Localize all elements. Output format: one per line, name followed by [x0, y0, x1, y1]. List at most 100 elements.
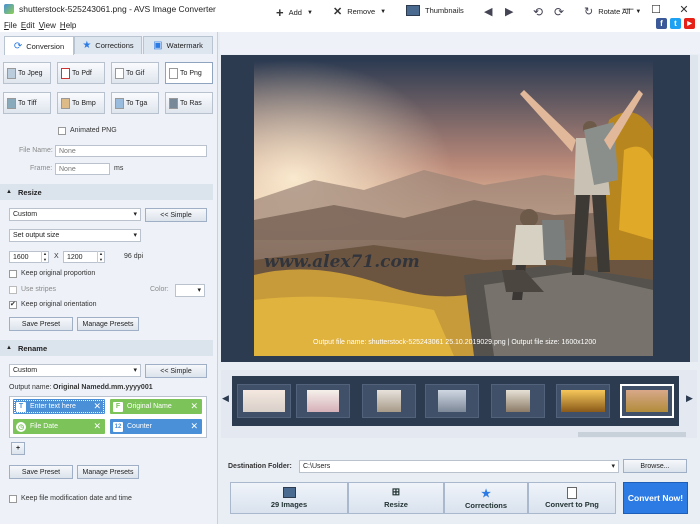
rotate-right-button[interactable]: ⟳: [554, 5, 564, 19]
thumbnail[interactable]: [556, 384, 610, 418]
file-name-label: File Name:: [19, 147, 53, 154]
tag-enter-text[interactable]: T Enter text here ✕: [13, 399, 105, 414]
keep-orientation-label: Keep original orientation: [21, 301, 97, 308]
width-stepper[interactable]: ▲ ▼: [41, 251, 48, 263]
thumbnail[interactable]: [296, 384, 350, 418]
file-name-input[interactable]: None: [55, 145, 207, 157]
thumbnail[interactable]: [425, 384, 479, 418]
strip-right-arrow-icon[interactable]: ▶: [686, 393, 693, 404]
output-file-caption: Output file name: shutterstock-525243061…: [313, 339, 597, 346]
resize-save-preset-button[interactable]: Save Preset: [9, 317, 73, 331]
thumbnails-button[interactable]: Thumbnails: [406, 5, 464, 16]
remove-tag-icon[interactable]: ✕: [190, 421, 198, 432]
step-corrections-button[interactable]: ★ Corrections: [444, 482, 528, 514]
resize-simple-button[interactable]: << Simple: [145, 208, 207, 222]
format-pdf-button[interactable]: To Pdf: [57, 62, 105, 84]
resize-manage-presets-button[interactable]: Manage Presets: [77, 317, 139, 331]
format-jpeg-button[interactable]: To Jpeg: [3, 62, 51, 84]
watermark-text: www.alex71.com: [264, 252, 420, 272]
color-label: Color:: [150, 286, 169, 293]
format-png-button[interactable]: To Png: [165, 62, 213, 84]
menu-bar: File Edit View Help: [0, 18, 700, 32]
maximize-button[interactable]: ☐: [642, 0, 670, 18]
preview-scrollbar[interactable]: [690, 55, 698, 362]
remove-tag-icon[interactable]: ✕: [93, 421, 101, 432]
rotate-left-button[interactable]: ⟲: [533, 5, 543, 19]
remove-button[interactable]: ✕ Remove ▼: [333, 5, 386, 18]
rename-section-header[interactable]: ▲ Rename: [0, 340, 213, 356]
thumbnails-icon: [406, 5, 420, 16]
menu-view[interactable]: View: [39, 21, 56, 30]
format-ras-button[interactable]: To Ras: [165, 92, 213, 114]
strip-scrollbar[interactable]: [578, 432, 686, 437]
thumbnail[interactable]: [237, 384, 291, 418]
tag-file-date[interactable]: ◷ File Date ✕: [13, 419, 105, 434]
resize-section-header[interactable]: ▲ Resize: [0, 184, 213, 200]
remove-icon: ✕: [333, 6, 343, 18]
toolbar: [220, 32, 700, 54]
rotate-left-icon: ⟲: [533, 5, 544, 19]
destination-folder-input[interactable]: C:\Users: [299, 460, 619, 473]
remove-tag-icon[interactable]: ✕: [93, 401, 101, 412]
png-icon: [169, 67, 178, 79]
keep-modification-checkbox[interactable]: [9, 495, 17, 503]
thumbnail-selected[interactable]: [620, 384, 674, 418]
frame-input[interactable]: None: [55, 163, 110, 175]
stripe-color-select[interactable]: [175, 284, 205, 297]
prev-image-button[interactable]: ◀: [484, 5, 492, 18]
next-image-button[interactable]: ▶: [505, 5, 513, 18]
resize-mode-select[interactable]: Custom: [9, 208, 141, 221]
tab-corrections[interactable]: ★ Corrections: [74, 36, 142, 54]
format-bmp-button[interactable]: To Bmp: [57, 92, 105, 114]
close-button[interactable]: ✕: [670, 0, 698, 18]
youtube-icon[interactable]: ▶: [684, 18, 695, 29]
output-name-label: Output name:: [9, 384, 52, 391]
add-tag-button[interactable]: +: [11, 442, 25, 455]
thumbnail[interactable]: [362, 384, 416, 418]
remove-tag-icon[interactable]: ✕: [190, 401, 198, 412]
height-stepper[interactable]: ▲ ▼: [97, 251, 104, 263]
menu-file[interactable]: File: [4, 21, 17, 30]
step-resize-button[interactable]: ⊞ Resize: [348, 482, 444, 514]
format-tiff-button[interactable]: To Tiff: [3, 92, 51, 114]
rotate-all-button[interactable]: ↻ Rotate All ▼: [584, 5, 641, 18]
destination-label: Destination Folder:: [228, 463, 292, 470]
format-gif-button[interactable]: To Gif: [111, 62, 159, 84]
gif-icon: [115, 67, 124, 79]
plus-icon: +: [276, 5, 284, 20]
rename-mode-select[interactable]: Custom: [9, 364, 141, 377]
keep-proportion-checkbox[interactable]: [9, 270, 17, 278]
tag-original-name[interactable]: F Original Name ✕: [110, 399, 202, 414]
tab-conversion[interactable]: ⟳ Conversion: [4, 36, 74, 55]
use-stripes-checkbox[interactable]: [9, 286, 17, 294]
use-stripes-label: Use stripes: [21, 286, 57, 293]
step-convert-button[interactable]: Convert to Png: [528, 482, 616, 514]
tab-watermark[interactable]: ▣ Watermark: [143, 36, 213, 54]
collapse-arrow-icon: ▲: [6, 345, 12, 351]
add-button[interactable]: + Add ▼: [276, 5, 313, 20]
rename-manage-presets-button[interactable]: Manage Presets: [77, 465, 139, 479]
png-icon: [567, 487, 577, 499]
browse-button[interactable]: Browse...: [623, 459, 687, 473]
twitter-icon[interactable]: t: [670, 18, 681, 29]
keep-orientation-checkbox[interactable]: [9, 300, 17, 309]
facebook-icon[interactable]: f: [656, 18, 667, 29]
format-tga-button[interactable]: To Tga: [111, 92, 159, 114]
tag-counter[interactable]: 12 Counter ✕: [110, 419, 202, 434]
rename-simple-button[interactable]: << Simple: [145, 364, 207, 378]
menu-help[interactable]: Help: [60, 21, 76, 30]
font-icon: F: [113, 401, 123, 412]
step-images-button[interactable]: 29 Images: [230, 482, 348, 514]
thumbnail[interactable]: [491, 384, 545, 418]
menu-edit[interactable]: Edit: [21, 21, 35, 30]
ras-icon: [169, 97, 178, 109]
rename-save-preset-button[interactable]: Save Preset: [9, 465, 73, 479]
animated-png-checkbox[interactable]: [58, 127, 66, 135]
animated-png-label: Animated PNG: [70, 127, 117, 134]
convert-now-button[interactable]: Convert Now!: [623, 482, 688, 514]
size-mode-select[interactable]: Set output size: [9, 229, 141, 242]
tga-icon: [115, 97, 124, 109]
strip-left-arrow-icon[interactable]: ◀: [222, 393, 229, 404]
arrow-left-icon: ◀: [484, 6, 493, 18]
bmp-icon: [61, 97, 70, 109]
